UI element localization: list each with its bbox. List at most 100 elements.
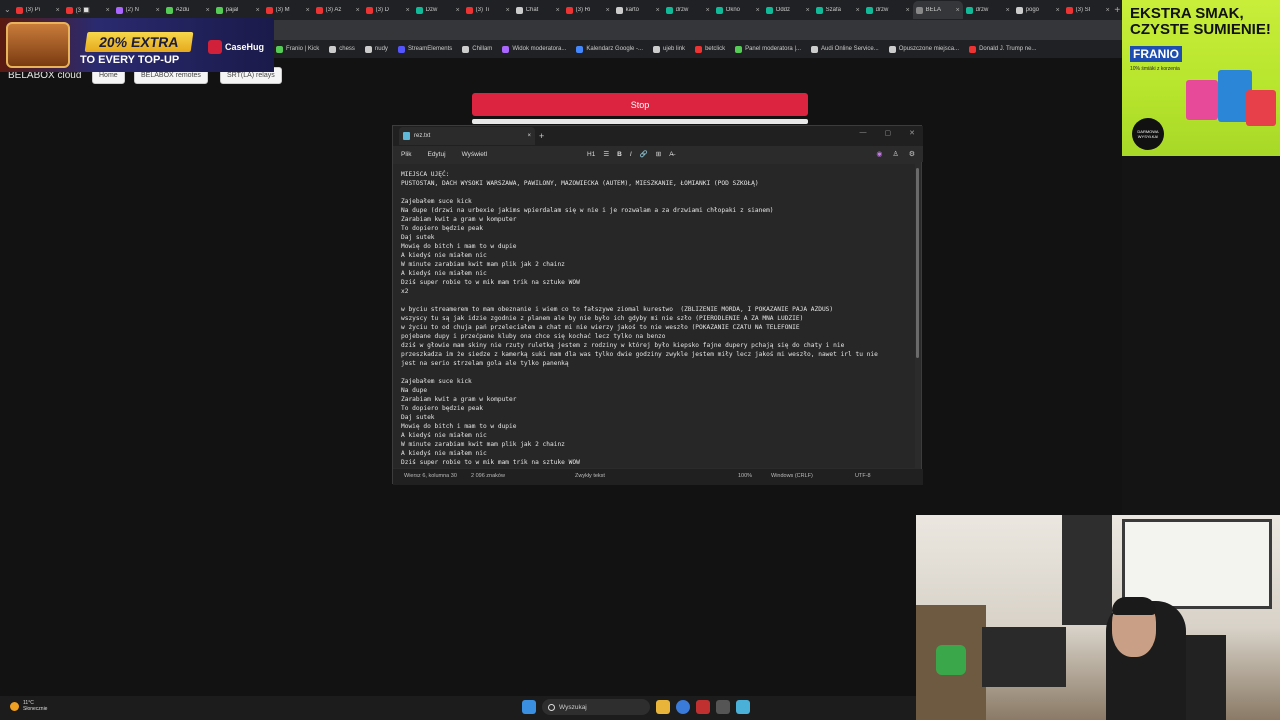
bookmark-item[interactable]: Opuszczone miejsca... <box>888 45 959 53</box>
menu-edit[interactable]: Edytuj <box>419 151 453 158</box>
tab-close-icon[interactable]: × <box>856 7 860 14</box>
bookmark-item[interactable]: Donald J. Trump ne... <box>969 45 1036 53</box>
maximize-icon[interactable]: ▢ <box>885 129 892 137</box>
tab-close-icon[interactable]: × <box>206 7 210 14</box>
taskbar-icons: Wyszukaj <box>522 699 750 715</box>
italic-icon[interactable]: I <box>630 151 632 158</box>
heading-dropdown[interactable]: H1 <box>587 151 595 158</box>
file-explorer-icon[interactable] <box>656 700 670 714</box>
list-icon[interactable]: ☰ <box>603 150 609 158</box>
copilot-icon[interactable]: ◉ <box>876 150 882 158</box>
tab-close-icon[interactable]: × <box>656 7 660 14</box>
bookmark-item[interactable]: ujeb link <box>653 45 685 53</box>
table-icon[interactable]: ⊞ <box>656 150 661 158</box>
bookmark-item[interactable]: Audi Online Service... <box>811 45 879 53</box>
tab-close-icon[interactable]: × <box>356 7 360 14</box>
tab-close-icon[interactable]: × <box>156 7 160 14</box>
browser-tab[interactable]: (3) Ri × <box>563 1 613 19</box>
chrome-icon[interactable] <box>676 700 690 714</box>
bookmark-item[interactable]: Widok moderatora... <box>502 45 566 53</box>
browser-tab[interactable]: Oddz × <box>763 1 813 19</box>
menu-file[interactable]: Plik <box>393 151 419 158</box>
tab-close-icon[interactable]: × <box>706 7 710 14</box>
browser-tab[interactable]: drzw × <box>663 1 713 19</box>
browser-tab[interactable]: (2) N × <box>113 1 163 19</box>
menu-view[interactable]: Wyświetl <box>454 151 496 158</box>
browser-tab[interactable]: (3 🔲 × <box>63 1 113 19</box>
tab-title: drzw <box>975 7 989 13</box>
settings-icon[interactable]: ⚙ <box>909 150 915 158</box>
browser-tab[interactable]: pajal × <box>213 1 263 19</box>
notepad-new-tab-button[interactable]: + <box>539 131 544 141</box>
tab-close-icon[interactable]: × <box>606 7 610 14</box>
bold-icon[interactable]: B <box>617 151 622 158</box>
bookmark-item[interactable]: Chillam <box>462 45 492 53</box>
notepad-scrollbar[interactable] <box>916 168 919 358</box>
bookmark-item[interactable]: Kalendarz Google -... <box>576 45 643 53</box>
bookmark-item[interactable]: Panel moderatora |... <box>735 45 801 53</box>
tab-favicon-icon <box>765 6 773 14</box>
minimize-icon[interactable]: — <box>860 129 867 137</box>
tab-favicon-icon <box>715 6 723 14</box>
close-icon[interactable]: ✕ <box>909 129 915 137</box>
browser-tab[interactable]: BELA × <box>912 1 963 19</box>
browser-tab[interactable]: Dzw × <box>413 1 463 19</box>
bookmark-icon <box>576 45 584 53</box>
tab-close-icon[interactable]: × <box>756 7 760 14</box>
browser-tab[interactable]: pogo × <box>1013 1 1063 19</box>
tab-close-icon[interactable]: × <box>956 7 960 14</box>
new-tab-button[interactable]: + <box>1113 5 1122 16</box>
browser-tab[interactable]: karto × <box>613 1 663 19</box>
tab-close-icon[interactable]: × <box>1006 7 1010 14</box>
tab-close-icon[interactable]: × <box>556 7 560 14</box>
tab-favicon-icon <box>965 6 973 14</box>
browser-tab[interactable]: Szafa × <box>813 1 863 19</box>
notepad-taskbar-icon[interactable] <box>736 700 750 714</box>
start-icon[interactable] <box>522 700 536 714</box>
tab-close-icon[interactable]: × <box>506 7 510 14</box>
notepad-text-area[interactable]: MIEJSCA UJĘĆ: PUSTOSTAN, DACH WYSOKI WAR… <box>393 164 915 468</box>
weather-widget[interactable]: 11°C Słonecznie <box>10 700 47 712</box>
browser-tab[interactable]: drzw × <box>863 1 913 19</box>
browser-tab[interactable]: (3) Az × <box>313 1 363 19</box>
tab-search-icon[interactable]: ⌄ <box>2 0 13 20</box>
tab-title: drzw <box>875 7 889 13</box>
bookmark-item[interactable]: StreamElements <box>397 45 452 53</box>
tab-close-icon[interactable]: × <box>1106 7 1110 14</box>
app-red-icon[interactable] <box>696 700 710 714</box>
bookmark-item[interactable]: chess <box>329 45 355 53</box>
link-icon[interactable]: 🔗 <box>640 150 648 158</box>
tab-close-icon[interactable]: × <box>806 7 810 14</box>
tab-close-icon[interactable]: × <box>906 7 910 14</box>
browser-tab[interactable]: (3) D × <box>363 1 413 19</box>
notepad-tab[interactable]: rez.txt × <box>399 127 535 145</box>
browser-tab[interactable]: Okno × <box>713 1 763 19</box>
browser-tab[interactable]: (3) Pi × <box>13 1 63 19</box>
tab-close-icon[interactable]: × <box>1056 7 1060 14</box>
close-tab-icon[interactable]: × <box>527 133 531 139</box>
clear-format-icon[interactable]: A̶ <box>669 151 673 158</box>
taskbar-search[interactable]: Wyszukaj <box>542 699 650 715</box>
format-toolbar: H1 ☰ B I 🔗 ⊞ A̶ <box>587 146 674 162</box>
tab-close-icon[interactable]: × <box>456 7 460 14</box>
bookmark-item[interactable]: betclick <box>695 45 725 53</box>
tab-close-icon[interactable]: × <box>406 7 410 14</box>
browser-tab[interactable]: drzw × <box>963 1 1013 19</box>
tab-close-icon[interactable]: × <box>56 7 60 14</box>
browser-tab[interactable]: (3) SI × <box>1063 1 1113 19</box>
stop-button[interactable]: Stop <box>472 93 808 116</box>
bookmark-icon <box>397 45 405 53</box>
tab-close-icon[interactable]: × <box>256 7 260 14</box>
browser-tab[interactable]: Chat × <box>513 1 563 19</box>
app-gray-icon[interactable] <box>716 700 730 714</box>
tab-favicon-icon <box>165 6 173 14</box>
bookmark-item[interactable]: nudy <box>364 45 388 53</box>
browser-tab[interactable]: (3) Ti × <box>463 1 513 19</box>
browser-tab[interactable]: (3) M × <box>263 1 313 19</box>
browser-tab[interactable]: Azdu × <box>163 1 213 19</box>
tab-close-icon[interactable]: × <box>306 7 310 14</box>
bookmark-item[interactable]: Franio | Kick <box>276 45 319 53</box>
account-icon[interactable]: ♙ <box>892 150 898 158</box>
tab-close-icon[interactable]: × <box>106 7 110 14</box>
webcam-overlay <box>916 515 1280 720</box>
